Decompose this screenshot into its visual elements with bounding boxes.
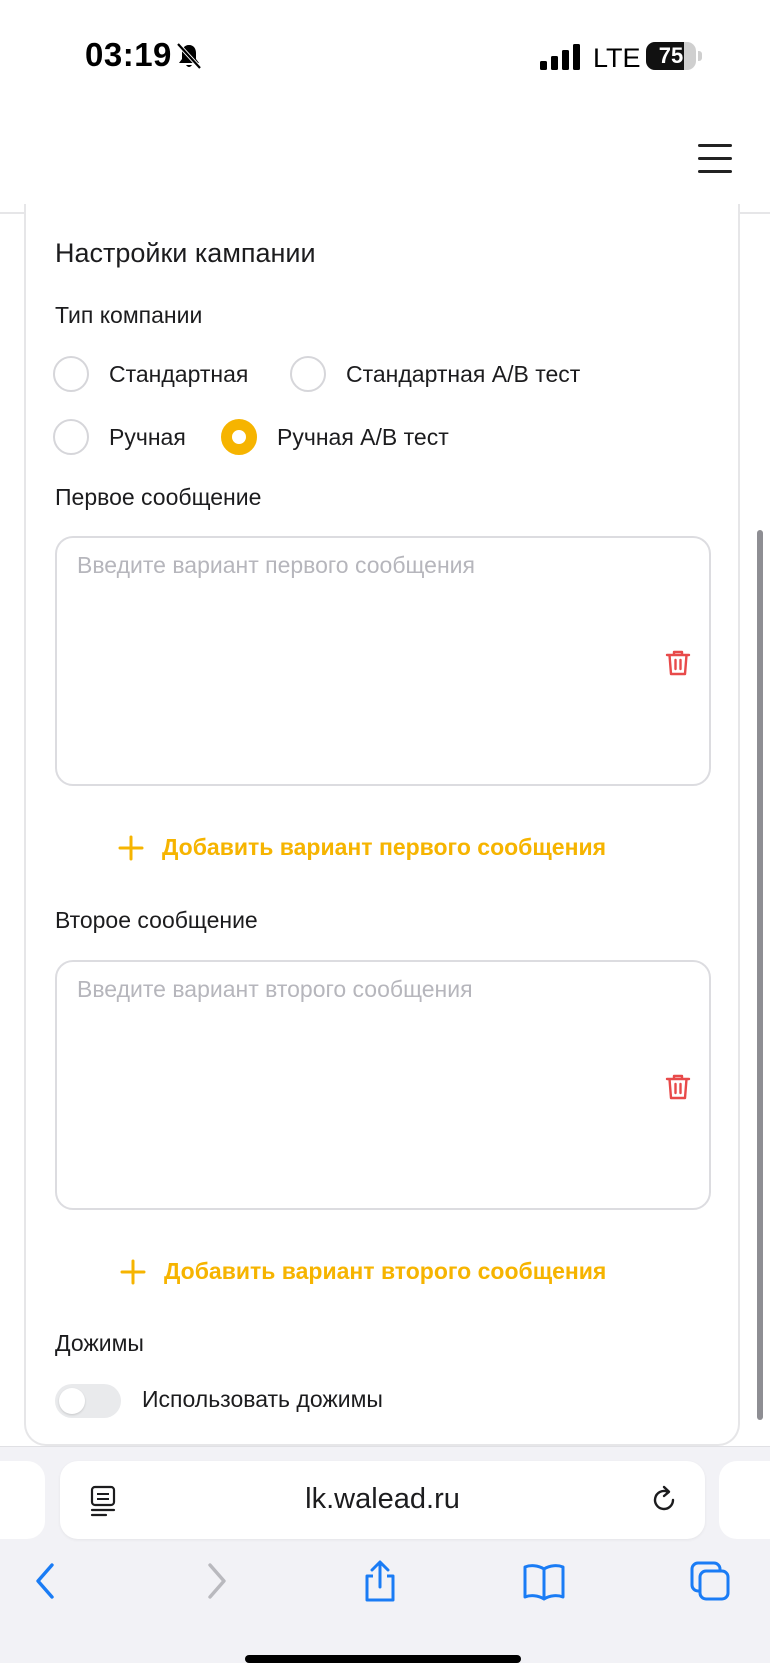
network-type: LTE — [593, 43, 641, 73]
radio-circle — [53, 419, 89, 455]
status-time: 03:19 — [85, 36, 172, 73]
page-scrollbar[interactable] — [757, 530, 763, 1420]
radio-standard-ab[interactable]: Стандартная A/B тест — [290, 356, 580, 392]
radio-manual-ab[interactable]: Ручная A/B тест — [221, 419, 449, 455]
trash-icon[interactable] — [663, 648, 693, 678]
followups-toggle-label: Использовать дожимы — [142, 1386, 383, 1412]
url-text: lk.walead.ru — [305, 1483, 460, 1515]
hamburger-icon[interactable] — [698, 144, 734, 174]
page-title: Настройки кампании — [55, 238, 316, 268]
previous-tab-preview[interactable] — [0, 1461, 45, 1539]
trash-icon[interactable] — [663, 1072, 693, 1102]
radio-label: Ручная A/B тест — [277, 423, 449, 450]
signal-bars-icon — [540, 44, 580, 70]
campaign-type-label: Тип компании — [55, 302, 203, 328]
bell-slash-icon — [176, 42, 202, 70]
battery-body: 75 — [646, 42, 696, 70]
toggle-knob — [59, 1388, 85, 1414]
plus-icon — [118, 835, 144, 860]
share-icon[interactable] — [358, 1559, 402, 1603]
forward-chevron-icon[interactable] — [194, 1559, 238, 1603]
radio-label: Стандартная A/B тест — [346, 360, 581, 387]
radio-circle — [290, 356, 326, 392]
home-indicator — [245, 1655, 521, 1663]
followups-label: Дожимы — [55, 1330, 144, 1356]
second-message-box — [55, 960, 711, 1210]
radio-standard[interactable]: Стандартная — [53, 356, 248, 392]
back-chevron-icon[interactable] — [24, 1559, 68, 1603]
next-tab-preview[interactable] — [719, 1461, 770, 1539]
add-second-message-button[interactable]: Добавить вариант второго сообщения — [120, 1258, 606, 1285]
app-header — [0, 110, 770, 214]
battery-cap — [698, 51, 702, 61]
add-first-message-label: Добавить вариант первого сообщения — [162, 834, 607, 860]
battery-icon: 75 — [646, 42, 702, 70]
radio-circle-checked — [221, 419, 257, 455]
second-message-input[interactable] — [77, 976, 637, 1186]
second-message-label: Второе сообщение — [55, 907, 258, 933]
add-first-message-button[interactable]: Добавить вариант первого сообщения — [118, 834, 606, 861]
browser-toolbar: lk.walead.ru — [0, 1446, 770, 1663]
add-second-message-label: Добавить вариант второго сообщения — [164, 1258, 607, 1284]
radio-label: Ручная — [109, 423, 186, 450]
bookmarks-icon[interactable] — [522, 1559, 566, 1603]
radio-label: Стандартная — [109, 360, 249, 387]
first-message-label: Первое сообщение — [55, 484, 262, 510]
first-message-input[interactable] — [77, 552, 637, 762]
radio-manual[interactable]: Ручная — [53, 419, 186, 455]
address-bar[interactable]: lk.walead.ru — [60, 1461, 705, 1539]
reload-icon[interactable] — [650, 1485, 680, 1515]
status-bar: 03:19 LTE 75 — [0, 0, 781, 110]
followups-toggle[interactable] — [55, 1384, 121, 1418]
radio-circle — [53, 356, 89, 392]
battery-level: 75 — [658, 43, 684, 68]
tabs-icon[interactable] — [688, 1559, 732, 1603]
first-message-box — [55, 536, 711, 786]
plus-icon — [120, 1259, 146, 1284]
